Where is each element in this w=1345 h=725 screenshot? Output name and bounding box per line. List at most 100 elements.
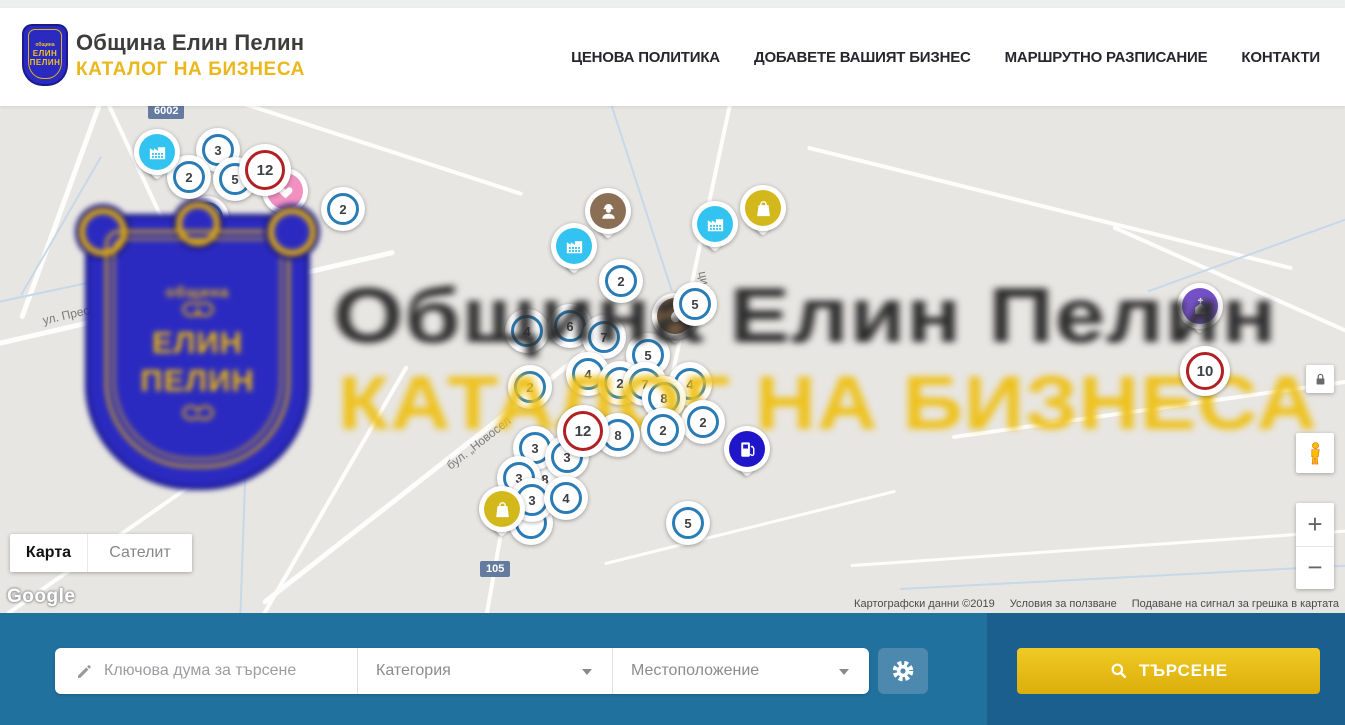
watermark-title: Община Елин Пелин [333,270,1277,361]
cluster-count: 2 [699,415,706,430]
cluster-ring: 5 [672,507,704,539]
attribution-link[interactable]: Условия за ползване [1010,598,1117,610]
place-pin-marker[interactable] [740,185,786,245]
map-type-satellite-button[interactable]: Сателит [88,534,192,572]
google-logo[interactable]: Google [7,586,75,608]
keyword-section [55,648,358,694]
cluster-count: 5 [691,297,698,312]
cluster-count: 10 [1197,363,1214,380]
cluster-count: 12 [575,423,592,440]
cluster-marker[interactable]: 10 [1180,346,1230,396]
church-icon [1182,288,1218,324]
cluster-marker[interactable]: 2 [681,400,725,444]
map-road [952,377,1345,439]
header: община ЕЛИН ПЕЛИН Община Елин Пелин КАТА… [0,8,1345,106]
cluster-count: 3 [214,143,221,158]
cluster-marker[interactable]: 5 [673,282,717,326]
category-dropdown[interactable]: Категория [358,648,613,694]
place-pin-marker[interactable] [479,486,525,546]
cluster-ring: 4 [550,482,582,514]
attribution-link[interactable]: Подаване на сигнал за грешка в картата [1132,598,1339,610]
cluster-count: 3 [528,493,535,508]
watermark-logo-bottom: ПЕЛИН [140,363,254,399]
cluster-count: 4 [562,491,569,506]
main-nav: ЦЕНОВА ПОЛИТИКА ДОБАВЕТЕ ВАШИЯТ БИЗНЕС МАР… [571,8,1320,106]
page: { "colors": { "accent_blue": "#21719f", … [0,0,1345,725]
map-stream [1147,202,1345,293]
nav-item[interactable]: МАРШРУТНО РАЗПИСАНИЕ [1005,49,1208,66]
cluster-count: 5 [644,348,651,363]
map-road [1112,225,1345,351]
cluster-count: 2 [659,423,666,438]
pegman-control[interactable] [1296,433,1334,473]
gear-icon [890,658,916,684]
cluster-ring: 2 [647,414,679,446]
cluster-marker[interactable]: 2 [599,259,643,303]
cluster-marker[interactable]: 2 [508,365,552,409]
cluster-marker[interactable]: 12 [239,144,291,196]
watermark-logo-mid: ЕЛИН [152,325,243,361]
map-road [0,250,395,352]
cluster-ring: 12 [563,411,603,451]
bag-icon [745,190,781,226]
cluster-count: 7 [600,330,607,345]
cluster-ring: 2 [605,265,637,297]
cluster-count: 8 [614,428,621,443]
watermark-logo-border [105,230,290,468]
keyword-input[interactable] [104,662,344,680]
advanced-settings-button[interactable] [878,648,928,694]
category-dropdown-label: Категория [376,662,451,680]
cluster-marker[interactable]: 5 [666,501,710,545]
chevron-down-icon [582,669,592,675]
cluster-marker[interactable]: 2 [321,187,365,231]
pin-circle [479,486,525,532]
pin-circle [134,129,180,175]
place-pin-marker[interactable] [1177,283,1223,343]
search-button-label: ТЪРСЕНЕ [1139,661,1228,681]
cluster-marker[interactable]: 2 [185,196,229,240]
zoom-in-button[interactable]: + [1296,503,1334,547]
municipality-logo[interactable]: община ЕЛИН ПЕЛИН [22,24,68,86]
attribution-text: Картографски данни ©2019 [854,598,995,610]
search-icon [1109,661,1129,681]
cluster-ring: 7 [588,321,620,353]
cluster-marker[interactable]: 4 [544,476,588,520]
lock-control[interactable] [1306,365,1334,393]
cluster-count: 4 [523,324,530,339]
cluster-count: 2 [617,274,624,289]
nav-item[interactable]: КОНТАКТИ [1241,49,1320,66]
search-button[interactable]: ТЪРСЕНЕ [1017,648,1320,694]
nav-item[interactable]: ДОБАВЕТЕ ВАШИЯТ БИЗНЕС [754,49,971,66]
search-group: Категория Местоположение [55,648,869,694]
pegman-icon [1302,440,1329,467]
map-type-map-button[interactable]: Карта [10,534,88,572]
fuel-icon [729,431,765,467]
pin-circle [551,223,597,269]
road-shield: 105 [480,561,510,577]
pin-circle [1177,283,1223,329]
map-type-control: Карта Сателит [10,534,192,572]
cluster-marker[interactable]: 2 [641,408,685,452]
cluster-count: 5 [231,172,238,187]
place-pin-marker[interactable] [724,426,770,486]
factory-icon [556,228,592,264]
location-dropdown[interactable]: Местоположение [613,648,869,694]
map-canvas[interactable]: 6002105ул. Преславбул. „Новоселци 325122… [0,106,1345,613]
zoom-control: + − [1296,503,1334,589]
cluster-ring: 5 [679,288,711,320]
cluster-marker[interactable]: 4 [505,309,549,353]
cluster-ring: 2 [327,193,359,225]
place-pin-marker[interactable] [551,223,597,283]
cluster-count: 2 [185,170,192,185]
zoom-out-button[interactable]: − [1296,547,1334,590]
place-pin-marker[interactable] [692,201,738,261]
cluster-count: 5 [684,516,691,531]
pin-circle [740,185,786,231]
map-road [807,146,1293,271]
site-title: Община Елин Пелин [76,30,305,56]
map-road [604,490,896,565]
place-pin-marker[interactable] [134,129,180,189]
map-stream [239,396,249,613]
cluster-marker[interactable]: 12 [557,405,609,457]
nav-item[interactable]: ЦЕНОВА ПОЛИТИКА [571,49,720,66]
